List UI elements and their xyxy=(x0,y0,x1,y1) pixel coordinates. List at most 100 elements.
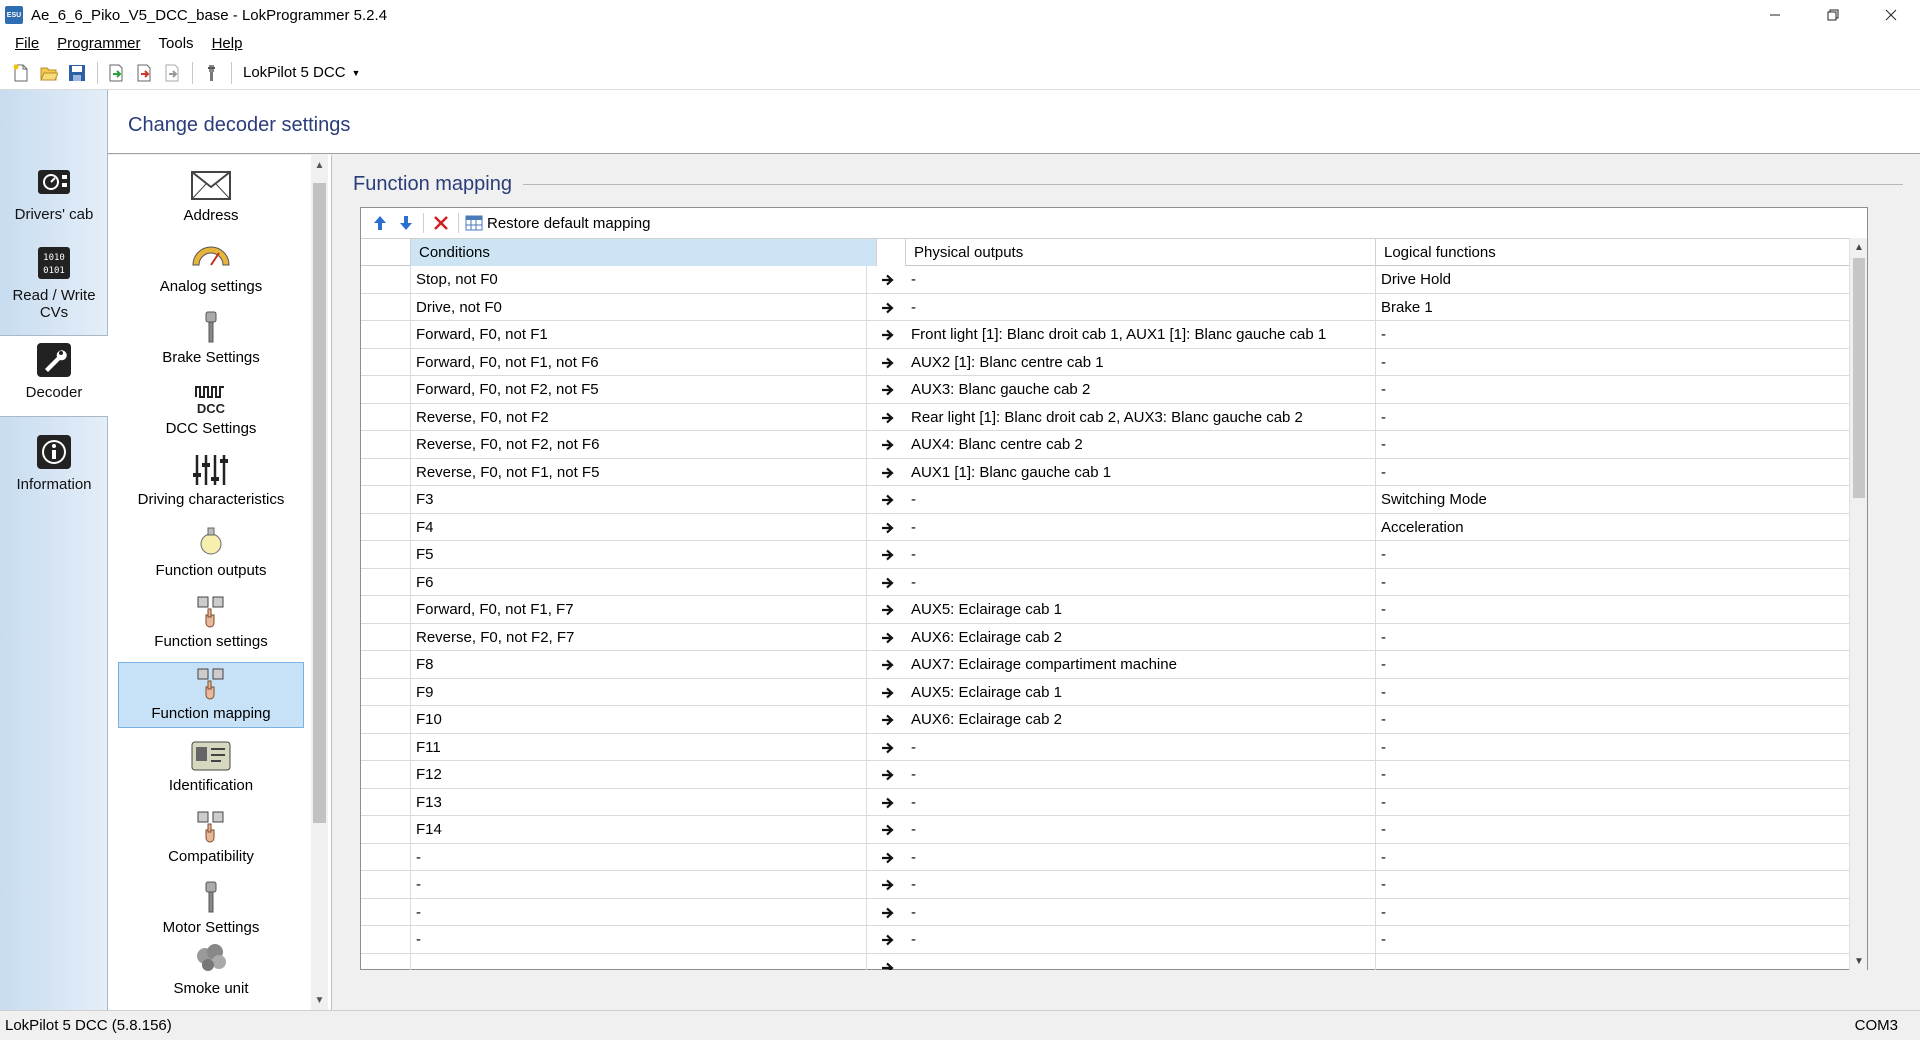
decoder-type-select[interactable]: LokPilot 5 DCC ▼ xyxy=(237,60,366,86)
scrollbar-thumb[interactable] xyxy=(1853,258,1865,498)
category-address[interactable]: Address xyxy=(118,163,304,229)
scrollbar-thumb[interactable] xyxy=(313,183,326,823)
row-header-cell[interactable] xyxy=(361,678,411,706)
conditions-cell[interactable]: Forward, F0, not F1 xyxy=(411,321,867,348)
physical-outputs-cell[interactable]: - xyxy=(906,541,1376,568)
logical-functions-cell[interactable]: - xyxy=(1376,569,1849,596)
row-header-cell[interactable] xyxy=(361,486,411,513)
nav-decoder[interactable]: Decoder xyxy=(0,335,108,417)
row-header-cell[interactable] xyxy=(361,761,411,788)
row-header-cell[interactable] xyxy=(361,321,411,348)
row-header-cell[interactable] xyxy=(361,843,411,871)
conditions-cell[interactable]: F6 xyxy=(411,568,867,596)
conditions-cell[interactable]: F4 xyxy=(411,513,867,541)
row-header-cell[interactable] xyxy=(361,293,411,321)
logical-functions-cell[interactable]: - xyxy=(1376,706,1849,733)
export-icon[interactable] xyxy=(131,60,157,86)
menu-help[interactable]: Help xyxy=(203,35,252,52)
conditions-cell[interactable]: F3 xyxy=(411,486,867,513)
physical-outputs-cell[interactable]: - xyxy=(906,816,1376,843)
save-icon[interactable] xyxy=(64,60,90,86)
logical-functions-cell[interactable]: - xyxy=(1376,816,1849,843)
grid-scrollbar[interactable]: ▲ ▼ xyxy=(1849,238,1867,970)
table-row[interactable] xyxy=(361,953,1849,971)
conditions-cell[interactable]: Forward, F0, not F1, not F6 xyxy=(411,348,867,376)
category-dcc-settings[interactable]: DCC DCC Settings xyxy=(118,376,304,442)
physical-outputs-cell[interactable]: AUX6: Eclairage cab 2 xyxy=(906,623,1376,651)
row-header-cell[interactable] xyxy=(361,788,411,816)
logical-functions-cell[interactable] xyxy=(1376,954,1849,971)
table-row[interactable]: --- xyxy=(361,871,1849,899)
import-icon[interactable] xyxy=(103,60,129,86)
logical-functions-cell[interactable]: - xyxy=(1376,899,1849,926)
table-row[interactable]: Reverse, F0, not F1, not F5 AUX1 [1]: Bla… xyxy=(361,458,1849,486)
physical-outputs-cell[interactable]: - xyxy=(906,898,1376,926)
physical-outputs-cell[interactable]: - xyxy=(906,266,1376,293)
category-identification[interactable]: Identification xyxy=(118,733,304,799)
scroll-down-icon[interactable]: ▼ xyxy=(1850,952,1868,970)
column-header-logical-functions[interactable]: Logical functions xyxy=(1376,239,1849,266)
conditions-cell[interactable]: F13 xyxy=(411,788,867,816)
conditions-cell[interactable] xyxy=(411,953,867,970)
category-driving-characteristics[interactable]: Driving characteristics xyxy=(118,447,304,513)
conditions-cell[interactable]: - xyxy=(411,871,867,898)
table-row[interactable]: Stop, not F0 - Drive Hold xyxy=(361,266,1849,294)
category-compatibility[interactable]: Compatibility xyxy=(118,804,304,870)
scroll-down-icon[interactable]: ▼ xyxy=(311,990,328,1010)
physical-outputs-cell[interactable]: AUX1 [1]: Blanc gauche cab 1 xyxy=(906,458,1376,486)
logical-functions-cell[interactable]: - xyxy=(1376,431,1849,458)
table-row[interactable]: F13 - - xyxy=(361,788,1849,816)
physical-outputs-cell[interactable]: AUX4: Blanc centre cab 2 xyxy=(906,431,1376,458)
conditions-cell[interactable]: Reverse, F0, not F1, not F5 xyxy=(411,458,867,486)
category-smoke-unit[interactable]: Smoke unit xyxy=(118,936,304,1002)
row-header-cell[interactable] xyxy=(361,623,411,651)
row-header-cell[interactable] xyxy=(361,651,411,678)
table-row[interactable]: F10 AUX6: Eclairage cab 2- xyxy=(361,706,1849,734)
logical-functions-cell[interactable]: - xyxy=(1376,679,1849,706)
nav-information[interactable]: Information xyxy=(0,432,108,493)
table-row[interactable]: --- xyxy=(361,843,1849,871)
table-row[interactable]: Drive, not F0 - Brake 1 xyxy=(361,293,1849,321)
table-row[interactable]: F4 - Acceleration xyxy=(361,513,1849,541)
column-header-conditions[interactable]: Conditions xyxy=(411,239,877,266)
logical-functions-cell[interactable]: - xyxy=(1376,404,1849,431)
menu-tools[interactable]: Tools xyxy=(150,35,203,52)
table-row[interactable]: F9 AUX5: Eclairage cab 1- xyxy=(361,678,1849,706)
table-row[interactable]: --- xyxy=(361,926,1849,954)
row-header-cell[interactable] xyxy=(361,706,411,733)
restore-default-mapping-button[interactable]: Restore default mapping xyxy=(465,215,650,232)
logical-functions-cell[interactable]: - xyxy=(1376,651,1849,678)
conditions-cell[interactable]: F11 xyxy=(411,733,867,761)
conditions-cell[interactable]: F9 xyxy=(411,678,867,706)
table-row[interactable]: Forward, F0, not F2, not F5 AUX3: Blanc g… xyxy=(361,376,1849,404)
physical-outputs-cell[interactable]: - xyxy=(906,486,1376,513)
new-file-icon[interactable] xyxy=(8,60,34,86)
row-header-cell[interactable] xyxy=(361,348,411,376)
logical-functions-cell[interactable]: - xyxy=(1376,789,1849,816)
conditions-cell[interactable]: F8 xyxy=(411,651,867,678)
logical-functions-cell[interactable]: - xyxy=(1376,596,1849,623)
print-icon[interactable] xyxy=(159,60,185,86)
logical-functions-cell[interactable]: Drive Hold xyxy=(1376,266,1849,293)
logical-functions-cell[interactable]: - xyxy=(1376,926,1849,953)
menu-programmer[interactable]: Programmer xyxy=(48,35,149,52)
conditions-cell[interactable]: Reverse, F0, not F2, F7 xyxy=(411,623,867,651)
minimize-icon[interactable] xyxy=(1746,0,1804,30)
physical-outputs-cell[interactable]: AUX7: Eclairage compartiment machine xyxy=(906,651,1376,678)
move-down-icon[interactable] xyxy=(393,211,419,235)
row-header-cell[interactable] xyxy=(361,376,411,403)
programmer-tool-icon[interactable] xyxy=(198,60,224,86)
row-header-cell[interactable] xyxy=(361,458,411,486)
conditions-cell[interactable]: Forward, F0, not F1, F7 xyxy=(411,596,867,623)
logical-functions-cell[interactable]: - xyxy=(1376,349,1849,376)
table-row[interactable]: --- xyxy=(361,898,1849,926)
logical-functions-cell[interactable]: - xyxy=(1376,624,1849,651)
logical-functions-cell[interactable]: - xyxy=(1376,844,1849,871)
row-header-cell[interactable] xyxy=(361,568,411,596)
table-row[interactable]: F8 AUX7: Eclairage compartiment machine - xyxy=(361,651,1849,679)
conditions-cell[interactable]: Reverse, F0, not F2, not F6 xyxy=(411,431,867,458)
physical-outputs-cell[interactable]: - xyxy=(906,788,1376,816)
table-row[interactable]: Forward, F0, not F1, F7 AUX5: Eclairage c… xyxy=(361,596,1849,624)
table-row[interactable]: Reverse, F0, not F2, F7 AUX6: Eclairage c… xyxy=(361,623,1849,651)
conditions-cell[interactable]: Stop, not F0 xyxy=(411,266,867,293)
